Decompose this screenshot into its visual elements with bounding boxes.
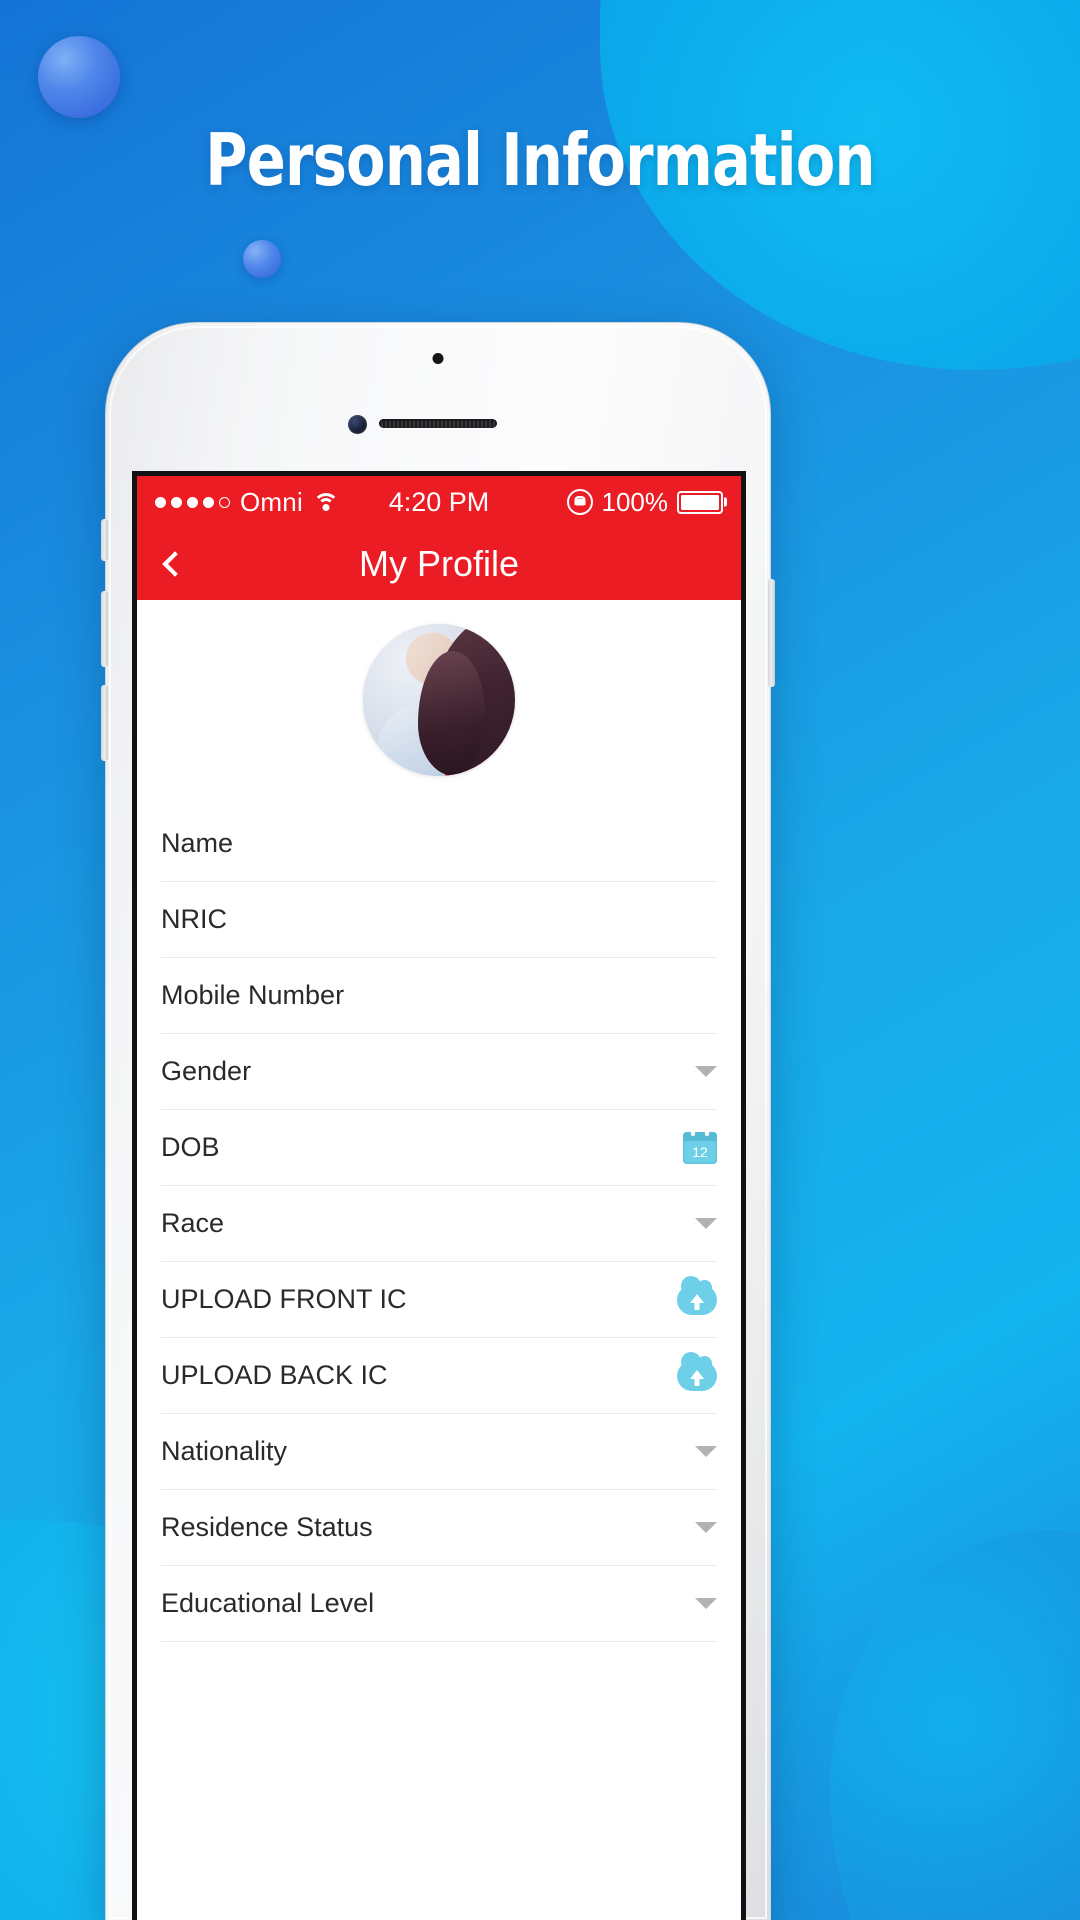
form-field-nric[interactable]: NRIC — [161, 882, 717, 958]
signal-strength-icon — [155, 496, 230, 508]
decorative-bubble-large — [38, 36, 120, 118]
field-icon-slot[interactable] — [677, 1275, 717, 1315]
chevron-down-icon — [695, 1598, 717, 1609]
field-icon-slot[interactable] — [677, 1128, 717, 1164]
decorative-blob-bottom-right — [830, 1530, 1080, 1920]
field-icon-slot[interactable] — [677, 1598, 717, 1609]
chevron-down-icon — [695, 1218, 717, 1229]
phone-mockup: Omni 4:20 PM 100% My Profile Name NRIC M… — [101, 322, 775, 1920]
field-icon-slot[interactable] — [677, 1066, 717, 1077]
phone-power-button — [768, 579, 775, 687]
avatar[interactable] — [363, 624, 515, 776]
chevron-left-icon — [161, 551, 188, 577]
phone-proximity-sensor — [432, 353, 444, 364]
field-label: DOB — [161, 1132, 220, 1162]
chevron-down-icon — [695, 1522, 717, 1533]
form-field-dob[interactable]: DOB — [161, 1110, 717, 1186]
chevron-down-icon — [695, 1446, 717, 1457]
profile-form: Name NRIC Mobile Number Gender DOB Race UPLOAD… — [137, 600, 741, 1920]
form-field-race[interactable]: Race — [161, 1186, 717, 1262]
chevron-down-icon — [695, 1066, 717, 1077]
field-label: Race — [161, 1208, 225, 1238]
field-icon-slot[interactable] — [677, 1522, 717, 1533]
form-field-upload-front-ic[interactable]: UPLOAD FRONT IC — [161, 1262, 717, 1338]
form-field-nationality[interactable]: Nationality — [161, 1414, 717, 1490]
phone-mute-switch — [101, 519, 108, 561]
field-label: UPLOAD FRONT IC — [161, 1284, 407, 1314]
cloud-upload-icon — [677, 1275, 717, 1315]
phone-volume-down-button — [101, 685, 108, 761]
cloud-upload-icon — [677, 1351, 717, 1391]
form-field-gender[interactable]: Gender — [161, 1034, 717, 1110]
field-label: Nationality — [161, 1436, 288, 1466]
battery-icon — [677, 490, 723, 514]
carrier-label: Omni — [240, 486, 303, 517]
field-icon-slot[interactable] — [677, 1218, 717, 1229]
wifi-icon — [312, 492, 339, 512]
form-field-residence-status[interactable]: Residence Status — [161, 1490, 717, 1566]
status-bar-right: 100% — [566, 486, 723, 518]
form-field-mobile-number[interactable]: Mobile Number — [161, 958, 717, 1034]
field-label: Name — [161, 828, 234, 858]
page-title: Personal Information — [205, 118, 875, 202]
status-bar: Omni 4:20 PM 100% — [137, 476, 741, 528]
field-label: Gender — [161, 1056, 252, 1086]
avatar-container — [137, 600, 741, 806]
phone-front-camera — [348, 415, 367, 434]
battery-percent-label: 100% — [601, 486, 669, 517]
decorative-bubble-small — [243, 240, 281, 278]
field-icon-slot[interactable] — [677, 1446, 717, 1457]
form-field-educational-level[interactable]: Educational Level — [161, 1566, 717, 1642]
phone-volume-up-button — [101, 591, 108, 667]
phone-earpiece-speaker — [379, 419, 497, 428]
back-button[interactable] — [137, 528, 207, 600]
nav-title: My Profile — [358, 543, 520, 584]
form-field-list: Name NRIC Mobile Number Gender DOB Race UPLOAD… — [137, 806, 741, 1642]
field-label: Residence Status — [161, 1512, 373, 1542]
field-label: Mobile Number — [161, 980, 345, 1010]
field-label: Educational Level — [161, 1588, 375, 1618]
navigation-bar: My Profile — [137, 528, 741, 600]
form-field-name[interactable]: Name — [161, 806, 717, 882]
field-icon-slot[interactable] — [677, 1351, 717, 1391]
calendar-icon — [683, 1128, 717, 1164]
field-label: NRIC — [161, 904, 227, 934]
form-field-upload-back-ic[interactable]: UPLOAD BACK IC — [161, 1338, 717, 1414]
status-bar-left: Omni — [155, 487, 339, 518]
field-label: UPLOAD BACK IC — [161, 1360, 388, 1390]
phone-screen: Omni 4:20 PM 100% My Profile Name NRIC M… — [132, 471, 746, 1920]
rotation-lock-icon — [566, 489, 593, 515]
